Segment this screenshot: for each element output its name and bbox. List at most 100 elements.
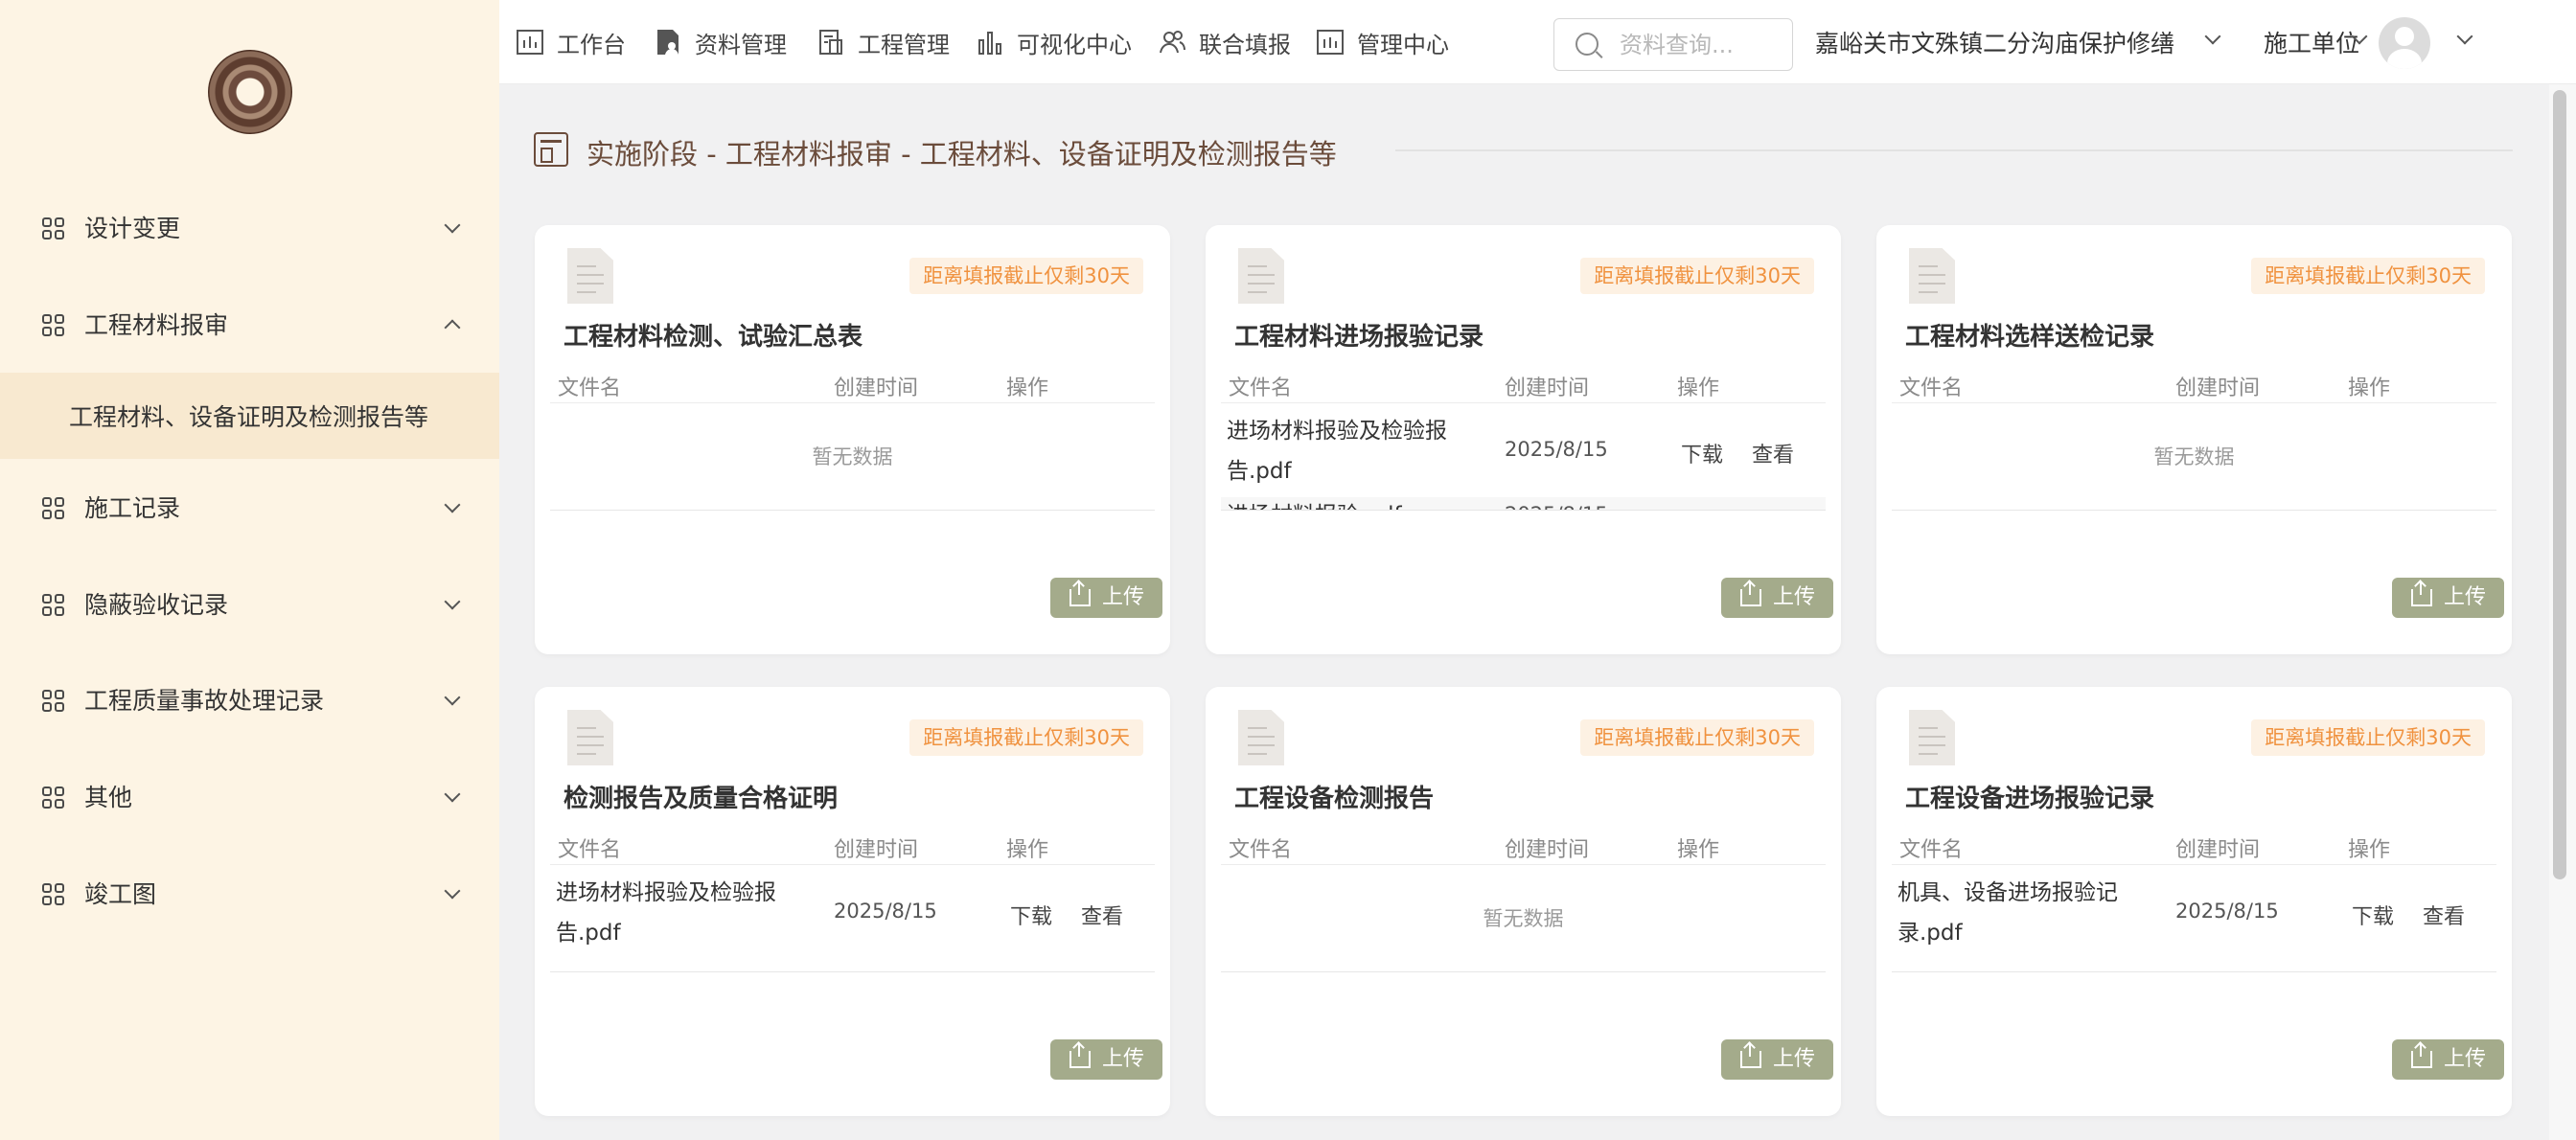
sidebar-item-label: 工程材料报审 [84, 311, 229, 339]
column-header-action: 操作 [2348, 838, 2391, 862]
sidebar-item-as-built[interactable]: 竣工图 [0, 859, 499, 926]
upload-icon [2411, 581, 2432, 606]
column-header-action: 操作 [2348, 376, 2391, 400]
view-link[interactable]: 查看 [2423, 900, 2465, 930]
column-header-action: 操作 [1677, 376, 1720, 400]
report-card: 距离填报截止仅剩30天 工程材料检测、试验汇总表 文件名 创建时间 操作 暂无数据 上传 [535, 225, 1170, 654]
building-icon [816, 27, 846, 57]
document-icon [1909, 710, 1955, 765]
column-header-name: 文件名 [558, 838, 622, 862]
grid-icon [42, 497, 65, 520]
search-icon [1576, 33, 1598, 56]
chevron-down-icon [444, 219, 461, 237]
view-link[interactable]: 查看 [1752, 438, 1794, 468]
table-body: 进场材料报验及检验报告.pdf2025/8/15下载查看进场材料报验.pdf20… [1221, 403, 1826, 511]
deadline-badge: 距离填报截止仅剩30天 [1580, 719, 1814, 756]
table-body: 暂无数据 [1892, 403, 2496, 511]
project-selector[interactable]: 嘉峪关市文殊镇二分沟庙保护修缮 [1815, 25, 2174, 59]
role-selector[interactable]: 施工单位 [2264, 25, 2359, 59]
table-header: 文件名 创建时间 操作 [1221, 367, 1826, 403]
card-title: 检测报告及质量合格证明 [564, 785, 839, 813]
chevron-up-icon [444, 316, 461, 333]
deadline-badge: 距离填报截止仅剩30天 [1580, 258, 1814, 294]
download-link[interactable]: 下载 [1681, 505, 1723, 510]
upload-button[interactable]: 上传 [1050, 1039, 1162, 1080]
upload-button[interactable]: 上传 [1050, 578, 1162, 618]
search-box[interactable] [1553, 18, 1793, 71]
logo [208, 50, 292, 134]
download-link[interactable]: 下载 [1010, 900, 1052, 930]
deadline-badge: 距离填报截止仅剩30天 [909, 258, 1143, 294]
avatar[interactable] [2379, 17, 2430, 69]
card-title: 工程设备检测报告 [1234, 785, 1435, 813]
view-link[interactable]: 查看 [1081, 900, 1123, 930]
upload-icon [2411, 1043, 2432, 1068]
topnav-label: 工作台 [557, 31, 626, 58]
grid-icon [42, 883, 65, 906]
upload-button[interactable]: 上传 [1721, 578, 1833, 618]
table-body: 暂无数据 [1221, 865, 1826, 972]
document-icon [1909, 248, 1955, 304]
scrollbar-thumb[interactable] [2553, 90, 2566, 879]
upload-label: 上传 [1773, 585, 1816, 609]
deadline-badge: 距离填报截止仅剩30天 [2251, 258, 2485, 294]
upload-label: 上传 [1102, 1047, 1145, 1071]
topnav-workbench[interactable]: 工作台 [515, 23, 626, 61]
download-link[interactable]: 下载 [1681, 438, 1723, 468]
sidebar: 设计变更 工程材料报审 工程材料、设备证明及检测报告等 施工记录 隐蔽验收记录 … [0, 0, 499, 1140]
upload-icon [1740, 1043, 1761, 1068]
upload-icon [1070, 581, 1091, 606]
column-header-action: 操作 [1006, 376, 1049, 400]
empty-state: 暂无数据 [1483, 907, 1564, 930]
report-card: 距离填报截止仅剩30天 检测报告及质量合格证明 文件名 创建时间 操作 进场材料报验及检验… [535, 687, 1170, 1116]
download-link[interactable]: 下载 [2352, 900, 2394, 930]
topnav-admin-center[interactable]: 管理中心 [1315, 23, 1449, 61]
created-date: 2025/8/15 [1505, 503, 1608, 510]
sidebar-item-construction-records[interactable]: 施工记录 [0, 473, 499, 540]
table-header: 文件名 创建时间 操作 [1892, 829, 2496, 865]
chevron-down-icon[interactable] [2456, 31, 2473, 48]
file-name: 进场材料报验及检验报告.pdf [556, 880, 776, 946]
sidebar-item-design-change[interactable]: 设计变更 [0, 194, 499, 261]
file-name: 进场材料报验.pdf [1227, 495, 1476, 510]
document-icon [567, 710, 613, 765]
search-input[interactable] [1620, 29, 1782, 61]
sidebar-item-concealed-acceptance[interactable]: 隐蔽验收记录 [0, 570, 499, 637]
sidebar-item-other[interactable]: 其他 [0, 763, 499, 830]
upload-button[interactable]: 上传 [1721, 1039, 1833, 1080]
column-header-action: 操作 [1006, 838, 1049, 862]
view-link[interactable]: 查看 [1752, 505, 1794, 510]
report-card: 距离填报截止仅剩30天 工程材料进场报验记录 文件名 创建时间 操作 进场材料报验及检验报… [1206, 225, 1841, 654]
sidebar-subitem-active[interactable]: 工程材料、设备证明及检测报告等 [0, 373, 499, 459]
chevron-down-icon[interactable] [2204, 31, 2221, 48]
column-header-name: 文件名 [1899, 838, 1964, 862]
page-title: 实施阶段 - 工程材料报审 - 工程材料、设备证明及检测报告等 [586, 138, 1337, 171]
chevron-down-icon [444, 692, 461, 709]
upload-label: 上传 [2444, 585, 2487, 609]
table-row: 进场材料报验及检验报告.pdf 2025/8/15 下载 查看 [550, 865, 1155, 959]
upload-label: 上传 [1773, 1047, 1816, 1071]
topnav-data-management[interactable]: 资料管理 [653, 23, 787, 61]
chevron-down-icon[interactable] [2351, 31, 2368, 48]
column-header-created: 创建时间 [2175, 376, 2261, 400]
sidebar-item-quality-accident[interactable]: 工程质量事故处理记录 [0, 666, 499, 733]
topnav-project-management[interactable]: 工程管理 [816, 23, 950, 61]
card-title: 工程材料选样送检记录 [1905, 323, 2155, 352]
created-date: 2025/8/15 [2175, 900, 2279, 923]
topnav-joint-reporting[interactable]: 联合填报 [1157, 23, 1291, 61]
file-name: 进场材料报验及检验报告.pdf [1227, 419, 1447, 484]
file-user-icon [653, 27, 683, 57]
upload-button[interactable]: 上传 [2392, 578, 2504, 618]
sidebar-item-material-review[interactable]: 工程材料报审 [0, 290, 499, 357]
sidebar-item-label: 施工记录 [84, 494, 181, 522]
empty-state: 暂无数据 [812, 445, 893, 468]
created-date: 2025/8/15 [834, 900, 937, 923]
upload-button[interactable]: 上传 [2392, 1039, 2504, 1080]
table-body: 机具、设备进场报验记录.pdf 2025/8/15 下载 查看 [1892, 865, 2496, 972]
topnav-visualization[interactable]: 可视化中心 [975, 23, 1132, 61]
chevron-down-icon [444, 885, 461, 902]
upload-icon [1070, 1043, 1091, 1068]
table-body: 进场材料报验及检验报告.pdf 2025/8/15 下载 查看 [550, 865, 1155, 972]
column-header-created: 创建时间 [2175, 838, 2261, 862]
dashboard-icon [1315, 27, 1346, 57]
